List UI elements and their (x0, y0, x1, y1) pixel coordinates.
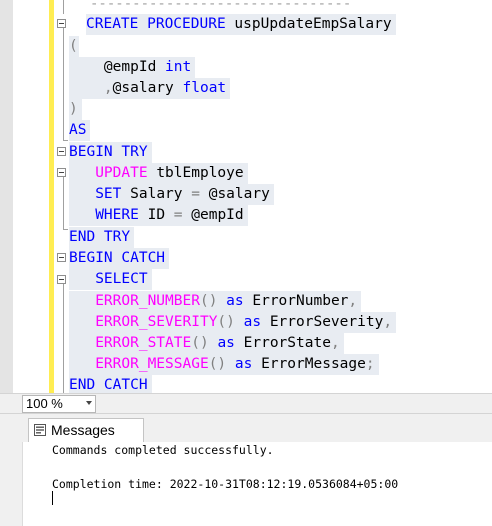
outline-line (63, 177, 64, 229)
code-line-update[interactable]: UPDATE tblEmploye (69, 163, 248, 184)
code-line-end-try[interactable]: END TRY (69, 227, 135, 248)
collapse-icon[interactable] (57, 275, 66, 284)
code-line-error-number[interactable]: ERROR_NUMBER() as ErrorNumber, (69, 291, 362, 312)
code-line-as[interactable]: AS (69, 120, 91, 141)
query-editor[interactable]: ------------------------------- CREATE P… (0, 0, 492, 393)
code-line-end-catch[interactable]: END CATCH (69, 375, 152, 393)
message-line: Completion time: 2022-10-31T08:12:19.053… (52, 477, 399, 491)
zoom-value: 100 % (26, 396, 63, 411)
messages-icon (34, 424, 46, 436)
results-pane: Messages (0, 414, 492, 526)
outline-line (63, 0, 64, 14)
collapse-icon[interactable] (57, 253, 66, 262)
outline-end (63, 140, 68, 141)
zoom-select[interactable]: 100 % (22, 395, 96, 413)
code-line-create[interactable]: CREATE PROCEDURE uspUpdateEmpSalary (86, 14, 396, 35)
code-line-error-severity[interactable]: ERROR_SEVERITY() as ErrorSeverity, (69, 312, 397, 333)
code-line-param2[interactable]: ,@salary float (69, 78, 231, 99)
code-line-close-paren[interactable]: ) (69, 99, 82, 120)
outline-line (63, 28, 64, 140)
code-line-begin-try[interactable]: BEGIN TRY (69, 142, 152, 163)
comment-dashes: ------------------------------- (90, 0, 352, 12)
code-line-open-paren[interactable]: ( (69, 36, 79, 57)
editor-left-margin (0, 0, 14, 393)
text-caret (52, 491, 53, 505)
results-left-margin (0, 414, 23, 526)
tab-messages[interactable]: Messages (28, 418, 144, 442)
dropdown-arrow-icon[interactable] (86, 401, 92, 405)
tab-messages-label: Messages (51, 422, 115, 438)
collapse-icon[interactable] (57, 19, 66, 28)
collapse-icon[interactable] (57, 168, 66, 177)
outline-line (63, 284, 64, 393)
zoom-bar: 100 % (0, 393, 492, 414)
code-line-select[interactable]: SELECT (69, 269, 152, 290)
code-line-set[interactable]: SET Salary = @salary (69, 184, 274, 205)
collapse-icon[interactable] (57, 147, 66, 156)
message-line: Commands completed successfully. (52, 443, 274, 457)
editor-gutter (13, 0, 49, 393)
code-line-param1[interactable]: @empId int (69, 57, 196, 78)
code-line-begin-catch[interactable]: BEGIN CATCH (69, 248, 170, 269)
outline-end (63, 229, 68, 230)
results-tab-strip: Messages (22, 414, 492, 442)
code-line-error-message[interactable]: ERROR_MESSAGE() as ErrorMessage; (69, 354, 379, 375)
change-tracking-bar (49, 0, 54, 393)
code-line-error-state[interactable]: ERROR_STATE() as ErrorState, (69, 333, 344, 354)
code-line-where[interactable]: WHERE ID = @empId (69, 205, 248, 226)
